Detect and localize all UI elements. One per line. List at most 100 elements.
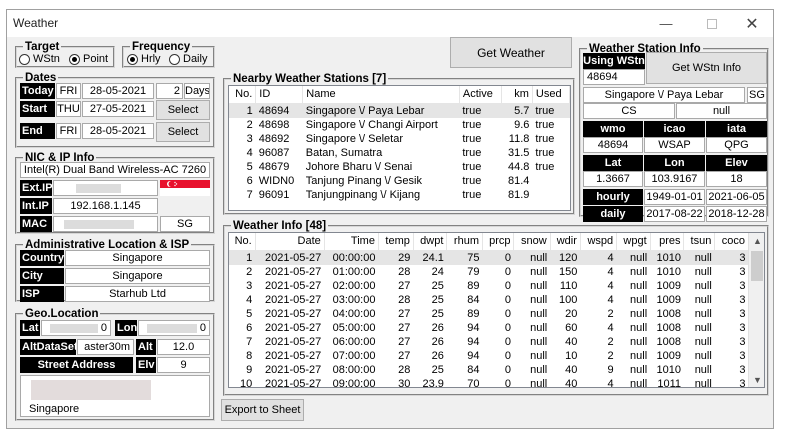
- nearby-row[interactable]: 7 96091 Tanjungpinang \/ Kijang true 81.9: [229, 188, 570, 202]
- nearby-row[interactable]: 6 WIDN0 Tanjung Pinang \/ Gesik true 81.4: [229, 174, 570, 188]
- start-select-button[interactable]: Select: [156, 100, 210, 120]
- nearby-row[interactable]: 1 48694 Singapore \/ Paya Lebar true 5.7 true: [229, 103, 570, 118]
- weather-cell: 6: [246, 321, 253, 334]
- nearby-cell: 2: [246, 118, 253, 131]
- weather-row[interactable]: 10 2021-05-27 09:00:00 30 23.9 70 0 null 40 4 null…: [229, 377, 749, 388]
- using-wstn-label: Using WStn: [583, 53, 645, 69]
- weather-column-header[interactable]: temp: [378, 233, 414, 251]
- get-weather-button[interactable]: Get Weather: [450, 37, 572, 68]
- weather-column-header[interactable]: coco: [714, 233, 749, 251]
- get-wstn-info-button[interactable]: Get WStn Info: [646, 52, 767, 84]
- target-wstn-radio[interactable]: WStn: [19, 53, 60, 65]
- nearby-cell: true: [462, 174, 482, 187]
- nearby-cell: [532, 174, 569, 188]
- nearby-column-header[interactable]: km: [501, 86, 533, 104]
- weather-column-header[interactable]: wpgt: [616, 233, 651, 251]
- street-address-box: Singapore: [20, 375, 210, 417]
- weather-cell: 60: [565, 321, 578, 334]
- weather-row[interactable]: 8 2021-05-27 07:00:00 27 26 94 0 null 10 2 null 100…: [229, 349, 749, 363]
- weather-cell: 2021-05-27: [265, 335, 322, 348]
- target-wstn-label: WStn: [33, 53, 60, 65]
- weather-cell: 2: [607, 307, 614, 320]
- weather-column-header[interactable]: prcp: [482, 233, 515, 251]
- icao-label: icao: [644, 121, 705, 137]
- weather-cell: 1008: [656, 321, 681, 334]
- nearby-row[interactable]: 5 48679 Johore Bharu \/ Senai true 44.8 true: [229, 160, 570, 174]
- scroll-thumb[interactable]: [751, 251, 763, 281]
- weather-column-header[interactable]: Time: [324, 233, 379, 251]
- weather-column-header[interactable]: rhum: [446, 233, 483, 251]
- weather-row[interactable]: 4 2021-05-27 03:00:00 28 25 84 0 null 100 4 null 10…: [229, 293, 749, 307]
- weather-cell: 4: [607, 293, 614, 306]
- nearby-column-header[interactable]: No.: [229, 86, 257, 104]
- weather-column-header[interactable]: tsun: [683, 233, 716, 251]
- nearby-column-header[interactable]: ID: [255, 86, 304, 104]
- weather-cell: 3: [714, 250, 749, 265]
- using-wstn-id[interactable]: 48694: [583, 69, 645, 85]
- weather-cell: null: [530, 335, 548, 348]
- weather-cell: 05:00:00: [332, 321, 376, 334]
- target-point-radio[interactable]: Point: [69, 53, 108, 65]
- today-dow: FRI: [56, 83, 81, 99]
- weather-cell: 8: [246, 349, 253, 362]
- scroll-down-icon[interactable]: ▼: [753, 375, 762, 385]
- nearby-cell: [532, 188, 569, 202]
- weather-column-header[interactable]: snow: [513, 233, 551, 251]
- mac-label: MAC: [20, 216, 52, 232]
- weather-row[interactable]: 6 2021-05-27 05:00:00 27 26 94 0 null 60 4 null 100…: [229, 321, 749, 335]
- freq-hrly-radio[interactable]: Hrly: [127, 53, 161, 65]
- weather-column-header[interactable]: wdir: [550, 233, 581, 251]
- weather-column-header[interactable]: wspd: [580, 233, 618, 251]
- weather-row[interactable]: 9 2021-05-27 08:00:00 28 25 84 0 null 40 9 null 101…: [229, 363, 749, 377]
- weather-column-header[interactable]: No.: [229, 233, 256, 251]
- station-country: SG: [747, 87, 767, 103]
- mac-value: [53, 216, 158, 232]
- start-dow: THU: [56, 101, 81, 117]
- weather-scrollbar[interactable]: ▲ ▼: [748, 233, 764, 387]
- start-date[interactable]: 27-05-2021: [82, 101, 154, 117]
- nearby-column-header[interactable]: Name: [302, 86, 460, 104]
- weather-row[interactable]: 7 2021-05-27 06:00:00 27 26 94 0 null 40 2 null 100…: [229, 335, 749, 349]
- weather-cell: null: [630, 307, 648, 320]
- weather-cell: 4: [607, 321, 614, 334]
- weather-cell: null: [530, 321, 548, 334]
- days-count[interactable]: 2: [156, 83, 183, 99]
- nearby-legend: Nearby Weather Stations [7]: [233, 73, 387, 85]
- nearby-row[interactable]: 4 96087 Batan, Sumatra true 31.5 true: [229, 146, 570, 160]
- end-select-button[interactable]: Select: [156, 122, 210, 142]
- nearby-column-header[interactable]: Active: [459, 86, 502, 104]
- weather-info-list[interactable]: No. Date Time temp dwpt rhum prcp snow wdir wspd w…: [228, 232, 765, 388]
- city-value: Singapore: [65, 268, 210, 284]
- weather-cell: null: [630, 293, 648, 306]
- weather-cell: 0: [504, 349, 511, 362]
- minimize-button[interactable]: —: [643, 10, 689, 37]
- radio-on-icon: [69, 53, 80, 65]
- end-date[interactable]: 28-05-2021: [82, 123, 154, 139]
- weather-cell: 25: [431, 293, 444, 306]
- weather-row[interactable]: 5 2021-05-27 04:00:00 27 25 89 0 null 20 2 null 100…: [229, 307, 749, 321]
- export-to-sheet-button[interactable]: Export to Sheet: [221, 399, 304, 421]
- close-button[interactable]: ✕: [729, 10, 775, 37]
- nearby-cell: 7: [246, 188, 253, 201]
- weather-column-header[interactable]: Date: [255, 233, 325, 251]
- nearby-row[interactable]: 3 48692 Singapore \/ Seletar true 11.8 true: [229, 132, 570, 146]
- weather-cell: 2021-05-27: [265, 349, 322, 362]
- weather-cell: 3: [739, 363, 746, 376]
- weather-cell: 70: [467, 377, 480, 388]
- nearby-row[interactable]: 2 48698 Singapore \/ Changi Airport true 9.6…: [229, 118, 570, 132]
- scroll-up-icon[interactable]: ▲: [753, 236, 762, 246]
- flag-image: [160, 180, 210, 196]
- weather-cell: 94: [467, 335, 480, 348]
- weather-row[interactable]: 2 2021-05-27 01:00:00 28 24 79 0 null 150 4 null 10…: [229, 265, 749, 279]
- freq-daily-radio[interactable]: Daily: [169, 53, 207, 65]
- weather-column-header[interactable]: dwpt: [413, 233, 448, 251]
- weather-column-header[interactable]: pres: [650, 233, 685, 251]
- nic-adapter: Intel(R) Dual Band Wireless-AC 7260: [20, 162, 210, 178]
- nearby-stations-list[interactable]: No. ID Name Active km Used 1 48694 Singapore \/…: [228, 85, 571, 211]
- lon-suffix: 0: [199, 322, 206, 334]
- nearby-column-header[interactable]: Used: [532, 86, 570, 104]
- weather-cell: 26: [431, 349, 444, 362]
- weather-row[interactable]: 3 2021-05-27 02:00:00 27 25 89 0 null 110 4 null 10…: [229, 279, 749, 293]
- weather-cell: null: [630, 377, 648, 388]
- weather-row[interactable]: 1 2021-05-27 00:00:00 29 24.1 75 0 null 120 4 null…: [229, 250, 749, 265]
